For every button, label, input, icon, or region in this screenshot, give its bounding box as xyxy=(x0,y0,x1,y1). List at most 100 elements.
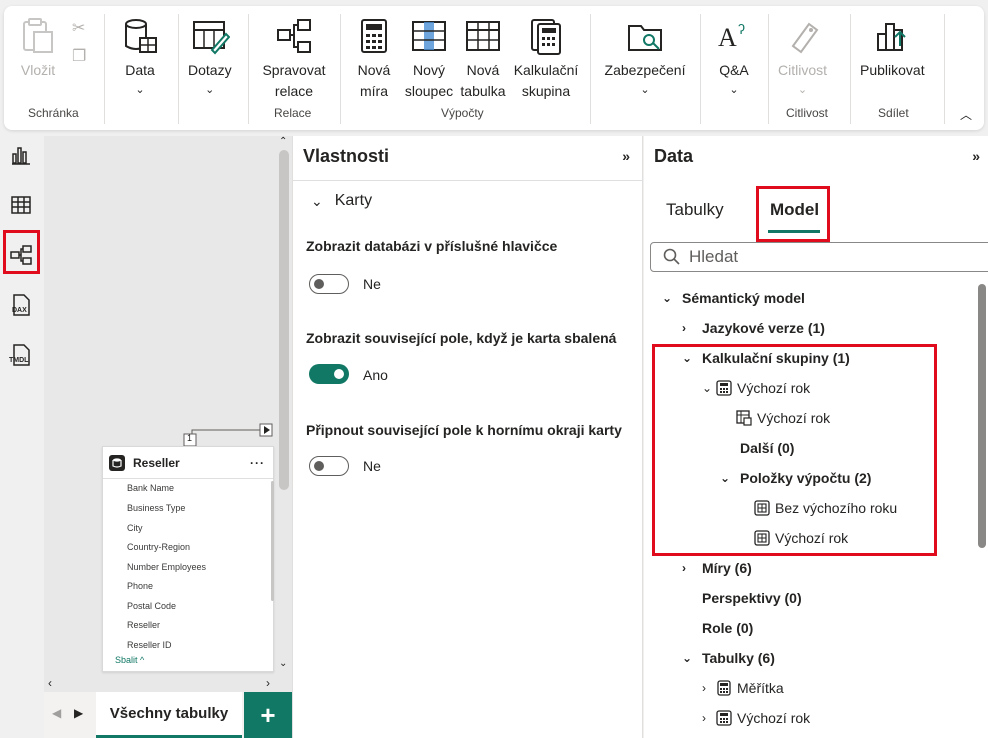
publish-icon xyxy=(877,23,907,51)
field-reseller-id[interactable]: Reseller ID xyxy=(127,640,172,650)
table-card-header[interactable]: Reseller ··· xyxy=(103,447,273,479)
field-bank-name[interactable]: Bank Name xyxy=(127,483,174,493)
properties-expand-icon[interactable]: » xyxy=(622,148,630,164)
field-business-type[interactable]: Business Type xyxy=(127,503,185,513)
tree-tables[interactable]: ⌄ Tabulky (6) xyxy=(682,650,775,666)
group-label-sensitivity: Citlivost xyxy=(786,106,829,120)
chevron-right-icon[interactable]: › xyxy=(702,681,716,695)
field-city[interactable]: City xyxy=(127,523,143,533)
data-button[interactable]: Data ⌄ xyxy=(120,16,160,97)
field-reseller[interactable]: Reseller xyxy=(127,620,160,630)
tab-all-tables[interactable]: Všechny tabulky xyxy=(96,692,242,738)
svg-text:A: A xyxy=(718,23,737,52)
chevron-down-icon[interactable]: ⌄ xyxy=(662,291,676,305)
calculation-group-icon xyxy=(716,710,732,726)
data-search-box[interactable] xyxy=(650,242,988,272)
tab-tables[interactable]: Tabulky xyxy=(666,200,724,220)
tree-roles[interactable]: Role (0) xyxy=(702,620,753,636)
copy-icon[interactable]: ❐ xyxy=(72,46,86,66)
manage-relationships-label: Spravovat relace xyxy=(262,62,326,99)
show-related-fields-toggle[interactable] xyxy=(309,364,349,384)
manage-relationships-button[interactable]: Spravovat relace xyxy=(258,16,330,102)
show-database-label: Zobrazit databázi v příslušné hlavičce xyxy=(306,238,558,254)
tree-label: Role (0) xyxy=(702,620,754,636)
collapse-ribbon-icon[interactable]: ︿ xyxy=(960,106,972,123)
group-label-calculations: Výpočty xyxy=(441,106,484,120)
tree-label: Sémantický model xyxy=(682,290,805,306)
paste-label: Vložit xyxy=(20,62,56,78)
canvas-horizontal-scrollbar[interactable]: ‹ › xyxy=(44,676,276,692)
tree-table-default-year[interactable]: › Výchozí rok xyxy=(702,710,810,726)
table-view-icon[interactable] xyxy=(8,192,34,218)
new-table-label: Nová tabulka xyxy=(460,62,506,99)
chevron-down-icon: ⌄ xyxy=(311,192,323,209)
group-label-share: Sdílet xyxy=(878,106,909,120)
table-card-more-icon[interactable]: ··· xyxy=(250,456,265,470)
publish-button[interactable]: Publikovat xyxy=(860,16,925,81)
new-table-button[interactable]: Nová tabulka xyxy=(460,16,506,102)
chevron-right-icon[interactable]: › xyxy=(682,561,696,575)
svg-text:DAX: DAX xyxy=(12,307,27,314)
chevron-down-icon[interactable]: ⌄ xyxy=(682,651,696,665)
field-number-employees[interactable]: Number Employees xyxy=(127,562,206,572)
properties-title: Vlastnosti xyxy=(303,146,390,166)
relationship-icon xyxy=(277,19,311,53)
table-card-collapse-link[interactable]: Sbalit ^ xyxy=(115,655,144,665)
field-phone[interactable]: Phone xyxy=(127,581,153,591)
clipboard-icon xyxy=(23,18,53,53)
field-country-region[interactable]: Country-Region xyxy=(127,542,190,552)
pin-related-fields-label: Připnout související pole k hornímu okra… xyxy=(306,422,622,438)
table-card-scrollbar[interactable] xyxy=(271,481,274,601)
qa-button[interactable]: Aʔ Q&A ⌄ xyxy=(714,16,754,97)
section-cards-header[interactable]: ⌄ Karty xyxy=(311,192,372,210)
data-pane-scrollbar[interactable] xyxy=(978,284,986,548)
data-pane: Data » Tabulky Model ⌄ Sémantický model … xyxy=(644,136,988,738)
tab-scroll-left-icon[interactable]: ◀ xyxy=(52,706,61,720)
tmdl-view-icon[interactable]: TMDL xyxy=(8,342,34,368)
tree-measures[interactable]: › Míry (6) xyxy=(682,560,752,576)
data-pane-expand-icon[interactable]: » xyxy=(972,148,980,164)
pin-related-fields-toggle[interactable] xyxy=(309,456,349,476)
model-view-highlight xyxy=(3,230,40,274)
new-measure-button[interactable]: Nová míra xyxy=(354,16,394,102)
security-label: Zabezpečení xyxy=(604,62,686,78)
chevron-down-icon: ⌄ xyxy=(797,84,808,96)
page-tab-bar: ◀ ▶ Všechny tabulky + xyxy=(44,692,292,738)
chevron-down-icon: ⌄ xyxy=(205,84,215,96)
pin-related-fields-value: Ne xyxy=(363,458,381,474)
security-folder-icon xyxy=(628,25,662,51)
table-card-database-icon xyxy=(109,454,125,471)
tab-scroll-right-icon[interactable]: ▶ xyxy=(74,706,83,720)
chevron-right-icon[interactable]: › xyxy=(682,321,696,335)
tree-label: Výchozí rok xyxy=(737,710,811,726)
database-icon xyxy=(125,19,157,53)
new-column-button[interactable]: Nový sloupec xyxy=(404,16,454,102)
cut-icon[interactable]: ✂ xyxy=(72,18,85,38)
queries-button[interactable]: Dotazy ⌄ xyxy=(188,16,232,97)
properties-pane: Vlastnosti » ⌄ Karty Zobrazit databázi v… xyxy=(292,136,643,738)
tree-cultures[interactable]: › Jazykové verze (1) xyxy=(682,320,825,336)
new-column-icon xyxy=(412,21,446,51)
security-button[interactable]: Zabezpečení ⌄ xyxy=(600,16,690,97)
tree-label: Tabulky (6) xyxy=(702,650,775,666)
tree-table-measures[interactable]: › Měřítka xyxy=(702,680,784,696)
calculator-icon xyxy=(717,680,731,696)
sensitivity-button[interactable]: Citlivost ⌄ xyxy=(778,16,827,97)
dax-query-view-icon[interactable]: DAX xyxy=(8,292,34,318)
table-card-reseller[interactable]: Reseller ··· Bank Name Business Type Cit… xyxy=(102,446,274,672)
tree-perspectives[interactable]: Perspektivy (0) xyxy=(702,590,802,606)
calculation-group-button[interactable]: Kalkulační skupina xyxy=(508,16,584,102)
show-related-fields-label: Zobrazit související pole, když je karta… xyxy=(306,330,617,346)
field-postal-code[interactable]: Postal Code xyxy=(127,601,176,611)
add-page-button[interactable]: + xyxy=(244,692,292,738)
search-input[interactable] xyxy=(689,247,949,267)
canvas-vertical-scrollbar[interactable]: ⌃ ⌄ xyxy=(276,136,292,676)
calculator-icon xyxy=(361,19,387,53)
data-pane-title: Data xyxy=(654,146,694,166)
canvas-vertical-scroll-thumb[interactable] xyxy=(279,150,289,490)
paste-button[interactable]: Vložit xyxy=(18,16,58,81)
chevron-right-icon[interactable]: › xyxy=(702,711,716,725)
show-database-toggle[interactable] xyxy=(309,274,349,294)
tree-semantic-model[interactable]: ⌄ Sémantický model xyxy=(662,290,805,306)
report-view-icon[interactable] xyxy=(8,142,34,168)
